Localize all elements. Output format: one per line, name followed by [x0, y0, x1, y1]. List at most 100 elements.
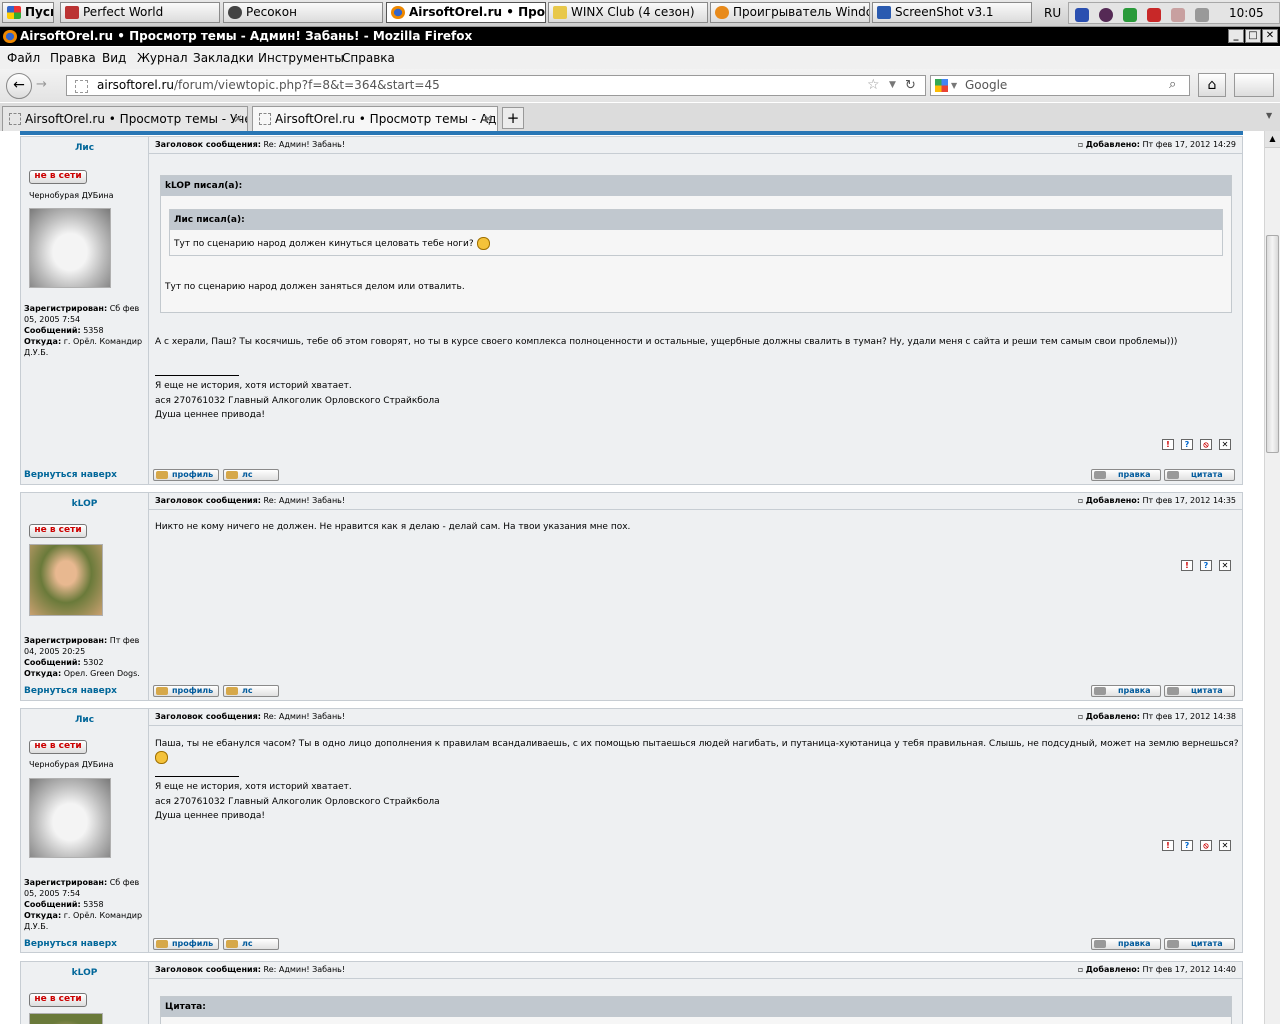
menu-file[interactable]: Файл — [7, 51, 40, 65]
info-icon[interactable]: ? — [1200, 560, 1212, 571]
profile-icon — [156, 687, 168, 695]
volume-icon[interactable] — [1195, 8, 1209, 22]
report-icon[interactable]: ! — [1181, 560, 1193, 571]
profile-button[interactable]: профиль — [153, 938, 219, 950]
delete-icon[interactable]: ✕ — [1219, 439, 1231, 450]
maximize-button[interactable]: □ — [1245, 29, 1261, 43]
edit-icon — [1094, 687, 1106, 695]
back-to-top-link[interactable]: Вернуться наверх — [24, 939, 117, 949]
warn-icon[interactable]: ⦸ — [1200, 840, 1212, 851]
search-icon[interactable]: ⌕ — [1169, 75, 1176, 94]
tab-admin-ban[interactable]: AirsoftOrel.ru • Просмотр темы - Админ..… — [252, 106, 498, 131]
smiley-icon — [155, 751, 168, 764]
network-icon[interactable] — [1075, 8, 1089, 22]
author-name[interactable]: Лис — [21, 715, 148, 725]
taskbar-item-firefox[interactable]: AirsoftOrel.ru • Прос... — [386, 2, 546, 23]
taskbar-item-perfect-world[interactable]: Perfect World — [60, 2, 220, 23]
report-icon[interactable]: ! — [1162, 439, 1174, 450]
menu-help[interactable]: Справка — [342, 51, 395, 65]
profile-button[interactable]: профиль — [153, 469, 219, 481]
search-bar[interactable]: ▼ Google ⌕ — [930, 75, 1190, 96]
search-engine-dropdown-icon[interactable]: ▼ — [951, 76, 957, 95]
menu-history[interactable]: Журнал — [137, 51, 188, 65]
info-icon[interactable]: ? — [1181, 840, 1193, 851]
back-arrow-icon[interactable]: ← — [6, 73, 32, 99]
report-icon[interactable]: ! — [1162, 840, 1174, 851]
close-tab-icon[interactable]: ✕ — [483, 107, 493, 131]
inner-quote-title: Лис писал(а): — [170, 210, 1222, 230]
site-identity-icon[interactable] — [75, 80, 88, 93]
forward-arrow-icon[interactable]: → — [36, 77, 47, 92]
safely-remove-icon[interactable] — [1171, 8, 1185, 22]
offline-status-badge[interactable]: не в сети — [29, 993, 87, 1007]
delete-icon[interactable]: ✕ — [1219, 840, 1231, 851]
url-bar[interactable]: airsoftorel.ru/forum/viewtopic.php?f=8&t… — [66, 75, 926, 96]
author-name[interactable]: Лис — [21, 143, 148, 153]
quote-button[interactable]: цитата — [1164, 469, 1235, 481]
taskbar-item-screenshot[interactable]: ScreenShot v3.1 — [872, 2, 1032, 23]
delete-icon[interactable]: ✕ — [1219, 560, 1231, 571]
pm-button[interactable]: лс — [223, 938, 279, 950]
menu-view[interactable]: Вид — [102, 51, 126, 65]
author-name[interactable]: kLOP — [21, 968, 148, 978]
post-icon: ▫ — [1077, 965, 1084, 974]
signature-line-3: Душа ценнее привода! — [155, 410, 265, 420]
author-name[interactable]: kLOP — [21, 499, 148, 509]
start-button[interactable]: Пуск — [2, 2, 54, 23]
close-window-button[interactable]: ✕ — [1262, 29, 1278, 43]
taskbar-item-winx[interactable]: WINX Club (4 сезон) — [548, 2, 708, 23]
language-indicator[interactable]: RU — [1044, 6, 1061, 20]
menu-bookmarks[interactable]: Закладки — [193, 51, 254, 65]
warn-icon[interactable]: ⦸ — [1200, 439, 1212, 450]
clock[interactable]: 10:05 — [1229, 6, 1264, 20]
new-tab-icon[interactable]: + — [502, 107, 524, 129]
profile-button[interactable]: профиль — [153, 685, 219, 697]
antivirus-icon[interactable] — [1123, 8, 1137, 22]
addon-menu-icon[interactable] — [1234, 73, 1274, 97]
taskbar-item-media-player[interactable]: Проигрыватель Windo... — [710, 2, 870, 23]
offline-status-badge[interactable]: не в сети — [29, 524, 87, 538]
home-icon[interactable]: ⌂ — [1198, 73, 1226, 97]
author-info: Зарегистрирован: Сб фев 05, 2005 7:54 Со… — [24, 304, 143, 357]
vertical-scrollbar[interactable]: ▲ — [1264, 131, 1280, 1024]
page-content: Лис не в сети Чернобурая ДУБина Зарегист… — [0, 131, 1264, 1024]
resokon-tray-icon[interactable] — [1099, 8, 1113, 22]
taskbar-item-resokon[interactable]: Ресокон — [223, 2, 383, 23]
menu-edit[interactable]: Правка — [50, 51, 96, 65]
bookmark-star-icon[interactable]: ☆ — [867, 76, 880, 95]
info-icon[interactable]: ? — [1181, 439, 1193, 450]
profile-icon — [156, 471, 168, 479]
edit-button[interactable]: правка — [1091, 938, 1161, 950]
quote-button[interactable]: цитата — [1164, 938, 1235, 950]
offline-status-badge[interactable]: не в сети — [29, 170, 87, 184]
post-date: Пт фев 17, 2012 14:35 — [1142, 496, 1236, 505]
tab-uchet[interactable]: AirsoftOrel.ru • Просмотр темы - Учет п.… — [2, 106, 248, 131]
kaspersky-icon[interactable] — [1147, 8, 1161, 22]
reload-icon[interactable]: ↻ — [905, 76, 916, 95]
pm-button[interactable]: лс — [223, 685, 279, 697]
close-tab-icon[interactable]: ✕ — [233, 107, 243, 131]
back-to-top-link[interactable]: Вернуться наверх — [24, 470, 117, 480]
tab-list-icon[interactable]: ▼ — [1266, 111, 1272, 120]
outer-quote: kLOP писал(а): Лис писал(а): Тут по сцен… — [160, 175, 1232, 313]
author-rank: Чернобурая ДУБина — [29, 191, 114, 200]
post-header: Заголовок сообщения: Re: Админ! Забань! … — [149, 493, 1242, 510]
offline-status-badge[interactable]: не в сети — [29, 740, 87, 754]
minimize-button[interactable]: _ — [1228, 29, 1244, 43]
google-icon[interactable] — [935, 79, 948, 92]
perfect-world-icon — [65, 6, 79, 19]
menu-tools[interactable]: Инструменты — [258, 51, 344, 65]
edit-button[interactable]: правка — [1091, 469, 1161, 481]
system-tray: 10:05 — [1068, 2, 1280, 24]
post-text: А с херали, Паш? Ты косячишь, тебе об эт… — [155, 337, 1178, 347]
search-input[interactable]: Google — [965, 78, 1007, 92]
quote-button[interactable]: цитата — [1164, 685, 1235, 697]
back-to-top-link[interactable]: Вернуться наверх — [24, 686, 117, 696]
scroll-up-icon[interactable]: ▲ — [1265, 131, 1280, 148]
edit-icon — [1094, 471, 1106, 479]
scroll-thumb[interactable] — [1266, 235, 1279, 453]
edit-button[interactable]: правка — [1091, 685, 1161, 697]
navigation-toolbar: ← → airsoftorel.ru/forum/viewtopic.php?f… — [0, 69, 1280, 102]
pm-button[interactable]: лс — [223, 469, 279, 481]
url-dropdown-icon[interactable]: ▼ — [889, 76, 896, 95]
